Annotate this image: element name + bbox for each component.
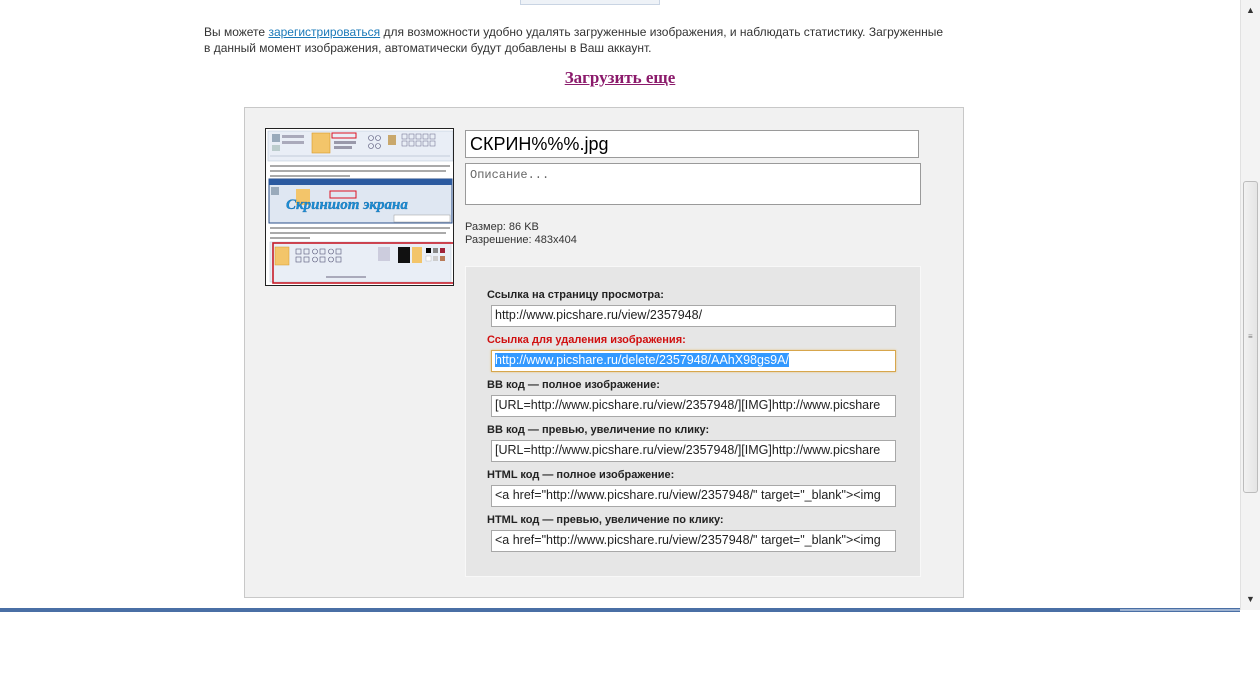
bottom-frame-bar [0,608,1240,612]
view-link-label: Ссылка на страницу просмотра: [487,289,664,301]
image-thumbnail[interactable]: Скриншот экрана [265,128,454,286]
html-full-field[interactable]: <a href="http://www.picshare.ru/view/235… [491,485,896,507]
bottom-frame-highlight [1120,609,1240,611]
scroll-down-arrow-icon[interactable]: ▼ [1241,591,1260,608]
view-link-field[interactable]: http://www.picshare.ru/view/2357948/ [491,305,896,327]
image-resolution: Разрешение: 483x404 [465,234,577,246]
bb-preview-label: BB код — превью, увеличение по клику: [487,424,710,436]
scrollbar-thumb[interactable]: ≡ [1243,181,1258,493]
delete-link-label: Ссылка для удаления изображения: [487,334,686,346]
html-preview-label: HTML код — превью, увеличение по клику: [487,514,724,526]
scroll-up-arrow-icon[interactable]: ▲ [1241,2,1260,19]
bb-preview-field[interactable]: [URL=http://www.picshare.ru/view/2357948… [491,440,896,462]
delete-link-field[interactable]: http://www.picshare.ru/delete/2357948/AA… [491,350,896,372]
delete-link-selected-text: http://www.picshare.ru/delete/2357948/AA… [495,353,789,367]
image-size: Размер: 86 KB [465,221,539,233]
scrollbar-grip-icon: ≡ [1248,332,1253,341]
description-field[interactable] [465,163,921,205]
html-full-label: HTML код — полное изображение: [487,469,675,481]
register-link[interactable]: зарегистрироваться [268,25,380,39]
top-strip [0,0,1240,6]
notice-prefix: Вы можете [204,25,269,39]
vertical-scrollbar[interactable]: ▲ ≡ ▼ [1240,0,1260,610]
filename-field[interactable] [465,130,919,158]
html-preview-field[interactable]: <a href="http://www.picshare.ru/view/235… [491,530,896,552]
registration-notice: Вы можете зарегистрироваться для возможн… [204,24,1004,56]
thumbnail-screenshot: Скриншот экрана [266,129,453,285]
notice-line1-rest: для возможности удобно удалять загруженн… [380,25,944,39]
image-meta: Размер: 86 KB Разрешение: 483x404 [465,221,577,247]
svg-text:Скриншот экрана: Скриншот экрана [286,197,408,213]
notice-line2: в данный момент изображения, автоматичес… [204,41,652,55]
browser-viewport: Вы можете зарегистрироваться для возможн… [0,0,1240,610]
bb-full-label: BB код — полное изображение: [487,379,660,391]
bb-full-field[interactable]: [URL=http://www.picshare.ru/view/2357948… [491,395,896,417]
links-box: Ссылка на страницу просмотра: http://www… [465,266,921,577]
top-tab-edge [520,0,660,5]
upload-more-link[interactable]: Загрузить еще [565,68,676,87]
upload-more-row: Загрузить еще [0,68,1240,88]
image-panel: Скриншот экрана СКРИН%%%.jpg Описание...… [244,107,964,598]
